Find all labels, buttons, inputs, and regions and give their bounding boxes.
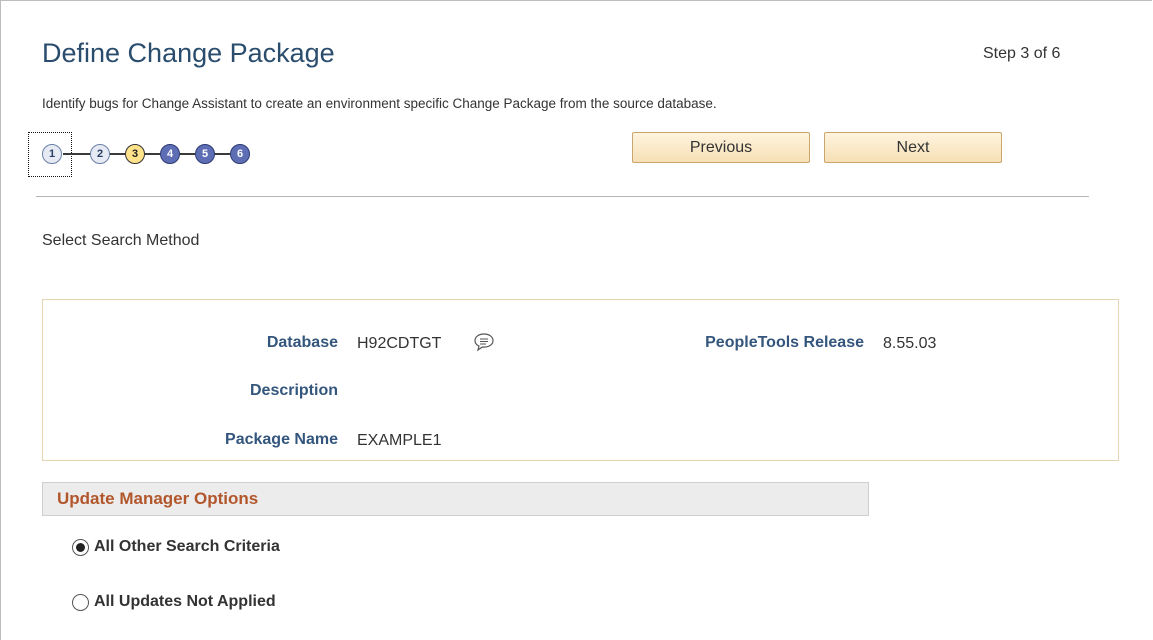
train-stop-stepper: 1 2 3 4 5 6 [28,130,298,180]
package-name-label: Package Name [225,431,338,448]
step-indicator: Step 3 of 6 [983,45,1061,62]
description-label: Description [249,382,338,399]
radio-button-unselected[interactable] [72,593,89,611]
option-all-updates-not-applied[interactable]: All Updates Not Applied [72,593,276,611]
section-header: Update Manager Options [42,482,869,516]
option-all-other-search-criteria[interactable]: All Other Search Criteria [72,538,280,556]
package-info-panel: Database H92CDTGT PeopleTools Release 8.… [42,299,1119,461]
database-value: H92CDTGT [357,335,442,352]
package-name-value: EXAMPLE1 [357,432,442,449]
radio-label: All Updates Not Applied [94,593,276,610]
page-title: Define Change Package [42,38,335,68]
search-method-heading: Select Search Method [42,232,200,249]
peopletools-release-label: PeopleTools Release [705,334,864,351]
section-title: Update Manager Options [57,489,259,508]
speech-bubble-icon[interactable] [473,332,495,352]
step-5-button[interactable]: 5 [195,144,215,164]
step-4-button[interactable]: 4 [160,144,180,164]
step-3-button[interactable]: 3 [125,144,145,164]
step-6-button[interactable]: 6 [230,144,250,164]
step-connector [63,153,91,155]
previous-button[interactable]: Previous [632,132,810,163]
next-button[interactable]: Next [824,132,1002,163]
step-1-button[interactable]: 1 [42,144,62,164]
radio-label: All Other Search Criteria [94,538,280,555]
instructions-text: Identify bugs for Change Assistant to cr… [42,96,717,111]
database-label: Database [266,334,338,351]
peopletools-release-value: 8.55.03 [883,335,937,352]
radio-button-selected[interactable] [72,538,89,556]
step-2-button[interactable]: 2 [90,144,110,164]
divider [36,196,1089,197]
